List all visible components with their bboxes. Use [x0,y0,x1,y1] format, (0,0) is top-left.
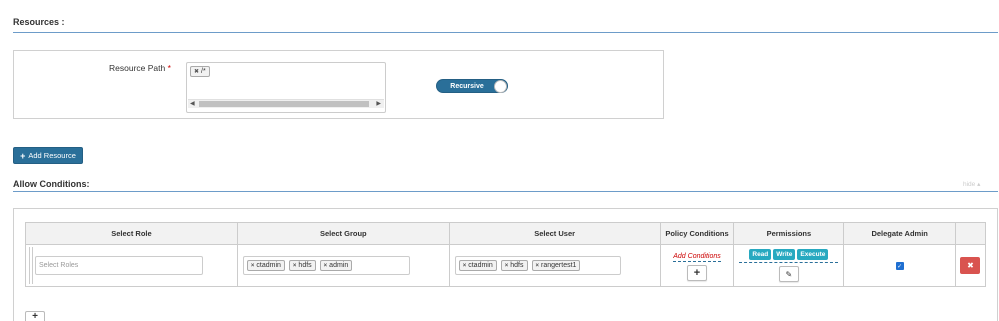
scrollbar-thumb[interactable] [199,101,369,107]
user-tag-label: hdfs [510,262,524,269]
group-tag: × hdfs [288,260,316,271]
select-group-input[interactable]: × ctadmin × hdfs × admin [242,256,410,275]
user-tag: × ctadmin [458,260,497,271]
resource-path-label-text: Resource Path [109,63,166,73]
pencil-icon: ✎ [785,269,793,279]
select-user-input[interactable]: × ctadmin × hdfs × rangertest1 [454,256,621,275]
group-tag: × admin [319,260,353,271]
add-condition-row-button[interactable]: + [25,311,45,321]
allow-conditions-divider [13,191,998,192]
resource-path-label: Resource Path * [109,63,171,73]
recursive-toggle-label: Recursive [450,83,484,90]
hide-link[interactable]: hide ▴ [963,180,980,188]
resources-divider [13,32,998,33]
delegate-admin-cell: ✓ [843,244,956,287]
remove-tag-icon[interactable]: × [324,263,328,269]
policy-conditions-cell: Add Conditions + [659,244,735,287]
resource-path-tag: ✖ /* [190,66,210,77]
add-resource-button[interactable]: + Add Resource [13,147,83,164]
column-header-select-role: Select Role [25,222,238,245]
group-tag-label: ctadmin [256,262,281,269]
plus-icon: + [32,311,38,321]
close-icon: ✖ [967,261,974,270]
checkmark-icon: ✓ [897,263,903,270]
column-header-permissions: Permissions [733,222,845,245]
permission-tag-execute: Execute [797,249,829,260]
plus-icon: + [20,150,26,161]
table-row: Select Roles × ctadmin × hdfs × admin × ctad… [25,244,987,287]
allow-conditions-table: Select Role Select Group Select User Pol… [25,222,987,287]
edit-permissions-button[interactable]: ✎ [778,266,799,282]
group-cell: × ctadmin × hdfs × admin [236,244,450,287]
scroll-right-icon[interactable]: ▶ [376,100,381,109]
remove-tag-icon[interactable]: × [536,263,540,269]
column-header-actions [954,222,987,245]
role-cell: Select Roles [25,244,238,287]
allow-conditions-header: Allow Conditions: [13,179,90,189]
delete-row-button[interactable]: ✖ [960,257,981,274]
permissions-tags[interactable]: Read Write Execute [739,249,839,263]
toggle-knob [494,80,507,93]
add-resource-label: Add Resource [28,151,76,160]
column-header-select-group: Select Group [236,222,450,245]
hide-link-label: hide [963,181,976,188]
select-roles-input[interactable]: Select Roles [35,256,203,275]
select-roles-placeholder: Select Roles [39,262,79,269]
actions-cell: ✖ [954,244,987,287]
recursive-toggle[interactable]: Recursive [436,79,508,93]
group-tag-label: hdfs [298,262,312,269]
resource-path-tag-label: /* [201,68,206,75]
delegate-admin-checkbox[interactable]: ✓ [895,262,904,271]
remove-tag-icon[interactable]: × [293,263,297,269]
column-header-delegate-admin: Delegate Admin [843,222,956,245]
remove-tag-icon[interactable]: × [463,263,467,269]
add-condition-button[interactable]: + [686,264,707,281]
remove-tag-icon[interactable]: ✖ [194,68,199,75]
user-cell: × ctadmin × hdfs × rangertest1 [448,244,661,287]
resource-path-input[interactable]: ✖ /* ◀ ▶ [186,62,386,113]
user-tag-label: rangertest1 [541,262,577,269]
remove-tag-icon[interactable]: × [251,263,255,269]
remove-tag-icon[interactable]: × [505,263,509,269]
resources-header: Resources : [13,17,65,27]
required-marker: * [167,63,171,73]
group-tag: × ctadmin [246,260,285,271]
chevron-up-icon: ▴ [977,181,981,188]
group-tag-label: admin [329,262,349,269]
horizontal-scrollbar[interactable]: ◀ ▶ [188,99,384,108]
user-tag-label: ctadmin [468,262,493,269]
permissions-cell: Read Write Execute ✎ [733,244,845,287]
user-tag: × hdfs [500,260,528,271]
user-tag: × rangertest1 [531,260,581,271]
column-header-select-user: Select User [448,222,661,245]
row-drag-handle[interactable] [29,247,33,284]
add-conditions-link[interactable]: Add Conditions [673,253,721,262]
permission-tag-read: Read [749,249,772,260]
column-header-policy-conditions: Policy Conditions [659,222,735,245]
permission-tag-write: Write [773,249,796,260]
scroll-left-icon[interactable]: ◀ [190,100,195,109]
table-header-row: Select Role Select Group Select User Pol… [25,222,987,245]
plus-icon: + [693,266,701,279]
